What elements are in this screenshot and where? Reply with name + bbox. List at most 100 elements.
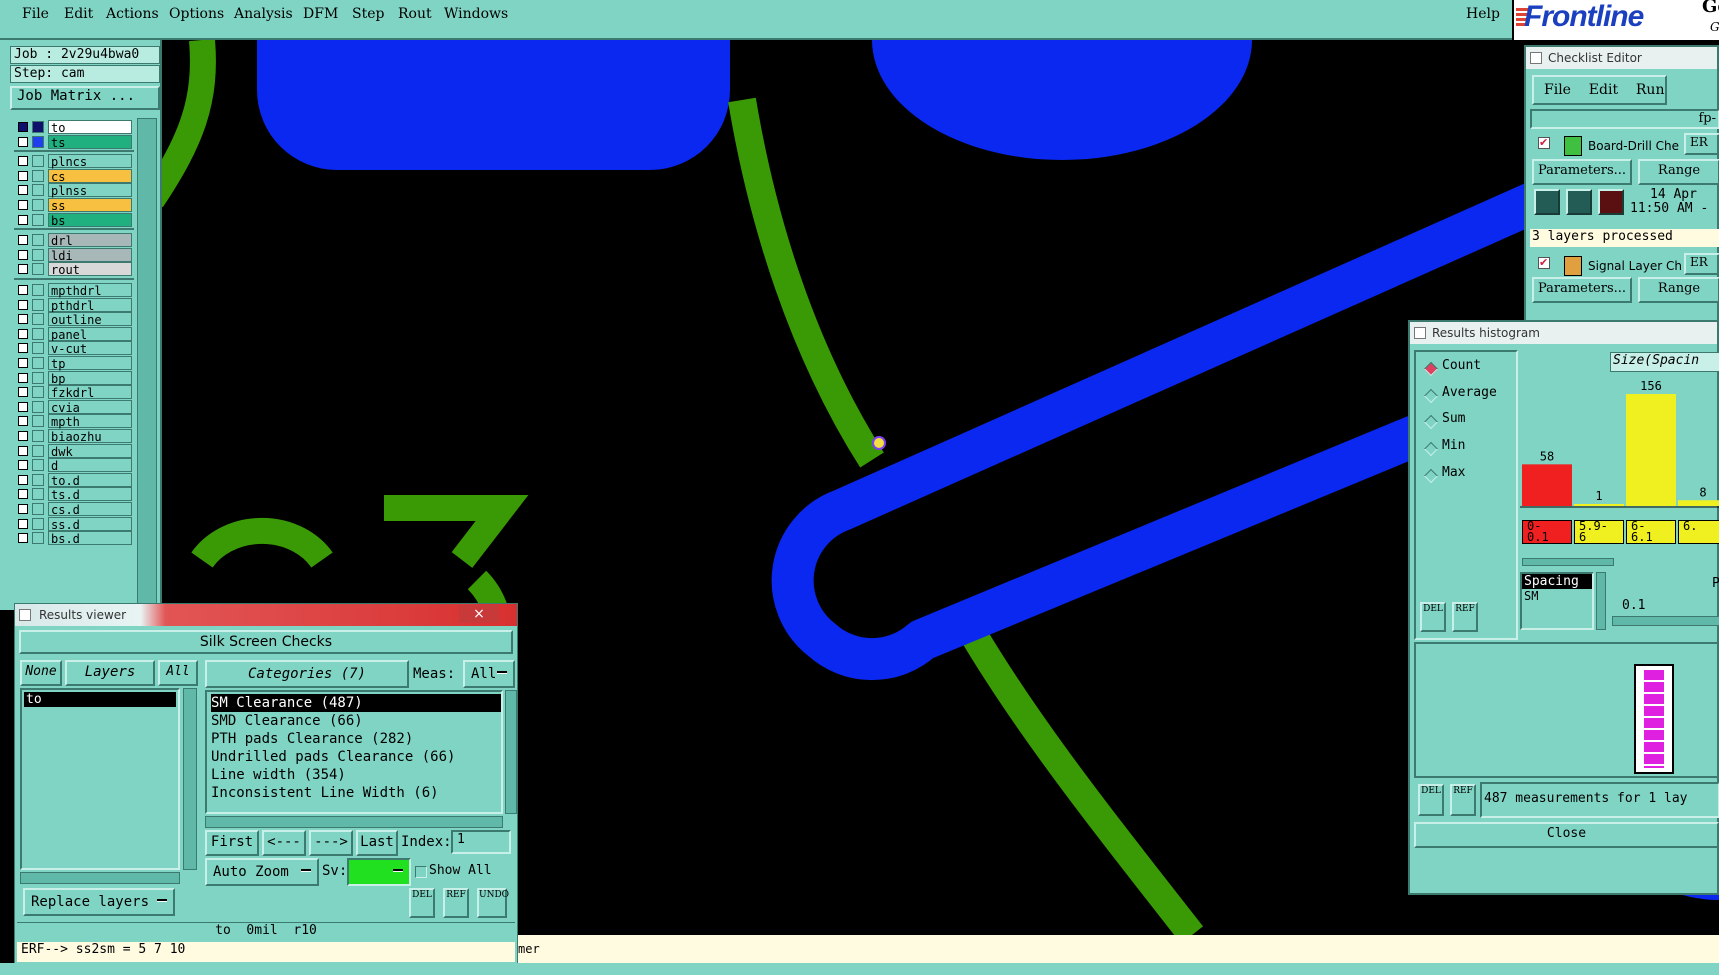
layer-row-ldi[interactable]: ldi [12,247,134,263]
layer-checkbox[interactable] [18,170,28,181]
layer-name[interactable]: cvia [48,399,132,415]
layer-name[interactable]: fzkdrl [48,385,132,400]
layer-checkbox[interactable] [18,474,28,485]
layer-row-panel[interactable]: panel [12,326,134,342]
check1-parameters-button[interactable]: Parameters... [1532,159,1632,185]
layer-row-mpth[interactable]: mpth [12,414,134,429]
layer-name[interactable]: pthdrl [48,297,132,313]
layer-checkbox[interactable] [18,299,28,310]
layer-checkbox[interactable] [18,518,28,529]
layer-results-h-scrollbar[interactable] [20,872,180,884]
first-button[interactable]: First [205,830,259,856]
layer-row-ts[interactable]: ts [12,134,134,150]
mode-max-label[interactable]: Max [1442,465,1465,480]
run-icon[interactable] [1534,189,1560,215]
layer-row-plncs[interactable]: plncs [12,154,134,169]
histogram-ref-button[interactable]: REF [1452,602,1478,632]
layer-checkbox[interactable] [18,136,28,147]
layer-checkbox[interactable] [18,328,28,339]
menu-actions[interactable]: Actions [106,6,159,22]
check1-erf[interactable]: ER [1684,133,1719,155]
menu-dfm[interactable]: DFM [303,6,338,22]
show-all-checkbox[interactable] [415,866,427,878]
check1-range-button[interactable]: Range [1638,159,1719,185]
layer-list-scrollbar[interactable] [137,118,157,608]
layer-row-cs[interactable]: cs [12,168,134,184]
check2-checkbox[interactable]: ✔ [1538,257,1550,269]
layer-checkbox[interactable] [18,504,28,514]
layer-name[interactable]: ts [48,134,132,150]
layer-checkbox[interactable] [18,214,28,225]
layer-row-bs[interactable]: bs [12,212,134,228]
layer-checkbox[interactable] [18,358,28,368]
layer-row-rout[interactable]: rout [12,262,134,277]
layer-name[interactable]: rout [48,262,132,277]
job-matrix-button[interactable]: Job Matrix ... [10,86,160,110]
histogram-bar[interactable] [1522,464,1572,506]
layer-row-fzkdrl[interactable]: fzkdrl [12,385,134,400]
layer-row-to.d[interactable]: to.d [12,472,134,488]
layer-row-cs.d[interactable]: cs.d [12,502,134,517]
layer-results-v-scrollbar[interactable] [183,688,197,870]
layer-row-ss[interactable]: ss [12,198,134,213]
categories-button[interactable]: Categories (7) [205,660,409,688]
category-item[interactable]: Line width (354) [211,766,346,784]
checklist-menu-run[interactable]: Run [1636,82,1665,98]
layer-row-biaozhu[interactable]: biaozhu [12,429,134,444]
menu-help[interactable]: Help [1466,6,1500,22]
next-button[interactable]: ---> [309,830,353,856]
check2-range-button[interactable]: Range [1638,277,1719,303]
category-item[interactable]: Undrilled pads Clearance (66) [211,748,455,766]
auto-zoom-dropdown[interactable]: Auto Zoom [205,858,319,886]
layer-name[interactable]: drl [48,233,132,248]
layer-name[interactable]: tp [48,356,132,371]
histogram-bar[interactable] [1574,504,1624,506]
mode-min-label[interactable]: Min [1442,438,1465,453]
layer-results-selected[interactable]: to [24,692,176,707]
layer-row-pthdrl[interactable]: pthdrl [12,297,134,313]
layer-row-mpthdrl[interactable]: mpthdrl [12,283,134,298]
menu-edit[interactable]: Edit [64,6,93,22]
layer-checkbox[interactable] [18,249,28,260]
layer-name[interactable]: biaozhu [48,429,132,444]
layer-name[interactable]: cs [48,168,132,184]
mode-count-radio[interactable] [1423,361,1439,377]
none-button[interactable]: None [20,660,62,686]
menu-windows[interactable]: Windows [444,6,508,22]
mode-count-label[interactable]: Count [1442,358,1481,373]
layer-row-cvia[interactable]: cvia [12,399,134,415]
check1-name[interactable]: Board-Drill Che [1588,139,1679,153]
menu-rout[interactable]: Rout [398,6,432,22]
histogram-del-button[interactable]: DEL [1420,602,1446,632]
show-all-label[interactable]: Show All [429,863,492,878]
check2-parameters-button[interactable]: Parameters... [1532,277,1632,303]
layer-name[interactable]: ldi [48,247,132,263]
layer-checkbox[interactable] [18,156,28,167]
last-button[interactable]: Last [356,830,398,856]
layer-checkbox[interactable] [18,445,28,456]
rv-undo-button[interactable]: UNDO [477,888,509,918]
categories-v-scrollbar[interactable] [505,690,517,814]
histogram-bin-label[interactable]: 6. [1678,520,1719,544]
category-item[interactable]: SM Clearance (487) [211,694,501,712]
layer-name[interactable]: bs.d [48,531,132,546]
close-icon[interactable]: × [459,605,499,623]
check1-checkbox[interactable]: ✔ [1538,137,1550,149]
histogram-h-scrollbar[interactable] [1522,558,1614,566]
check2-erf[interactable]: ER [1684,253,1719,275]
menu-analysis[interactable]: Analysis [234,6,293,22]
layer-row-ss.d[interactable]: ss.d [12,516,134,532]
checklist-name-field[interactable]: fp- [1530,109,1719,129]
prev-button[interactable]: <--- [262,830,306,856]
menu-options[interactable]: Options [169,6,224,22]
layer-checkbox[interactable] [18,416,28,427]
rv-ref-button[interactable]: REF [443,888,469,918]
category-item[interactable]: Inconsistent Line Width (6) [211,784,439,802]
layer-name[interactable]: bs [48,212,132,228]
histogram-bar[interactable] [1626,394,1676,506]
layer-name[interactable]: outline [48,312,132,327]
layer-checkbox[interactable] [18,387,28,398]
layer-name[interactable]: ts.d [48,487,132,502]
layer-row-drl[interactable]: drl [12,233,134,248]
layer-name[interactable]: d [48,458,132,473]
